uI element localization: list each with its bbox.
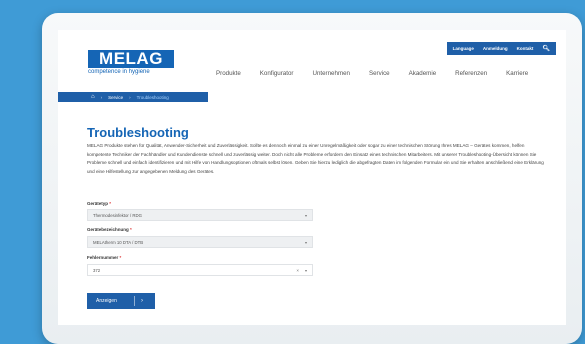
device-type-label: Gerätetyp * xyxy=(87,201,111,206)
chevron-down-icon: ▾ xyxy=(304,267,307,273)
main-navigation: Produkte Konfigurator Unternehmen Servic… xyxy=(216,70,547,77)
nav-item-referenzen[interactable]: Referenzen xyxy=(455,70,487,77)
nav-item-service[interactable]: Service xyxy=(369,70,390,77)
device-type-label-text: Gerätetyp xyxy=(87,201,109,206)
top-utility-bar: Language Anmeldung Kontakt 🔍︎ xyxy=(446,42,556,55)
required-marker: * xyxy=(109,201,112,206)
login-link[interactable]: Anmeldung xyxy=(483,46,508,51)
chevron-down-icon: ▾ xyxy=(304,212,307,218)
error-number-label: Fehlernummer * xyxy=(87,255,121,260)
device-name-label-text: Gerätebezeichnung xyxy=(87,227,129,232)
page-description: MELAG Produkte stehen für Qualität, Anwe… xyxy=(87,143,544,174)
show-button[interactable]: Anzeigen › xyxy=(87,293,155,309)
breadcrumb: ⌂ › Service › Troubleshooting xyxy=(58,92,208,102)
search-icon[interactable]: 🔍︎ xyxy=(542,45,550,52)
breadcrumb-service[interactable]: Service xyxy=(108,95,123,100)
language-link[interactable]: Language xyxy=(453,46,474,51)
device-name-label: Gerätebezeichnung * xyxy=(87,227,132,232)
page-title: Troubleshooting xyxy=(87,125,189,140)
error-number-label-text: Fehlernummer xyxy=(87,255,119,260)
nav-item-karriere[interactable]: Karriere xyxy=(506,70,528,77)
chevron-right-icon: › xyxy=(141,298,143,304)
required-marker: * xyxy=(119,255,122,260)
contact-link[interactable]: Kontakt xyxy=(517,46,534,51)
error-number-value: 372 xyxy=(93,267,101,273)
breadcrumb-separator: › xyxy=(129,94,131,100)
device-type-select[interactable]: Thermodesinfektor / RDG ▾ xyxy=(87,209,313,221)
breadcrumb-current: Troubleshooting xyxy=(136,94,169,100)
show-button-label: Anzeigen xyxy=(96,298,117,304)
logo-wordmark: MELAG xyxy=(88,50,174,68)
error-number-select[interactable]: 372 × ▾ xyxy=(87,264,313,276)
device-type-value: Thermodesinfektor / RDG xyxy=(93,212,142,218)
nav-item-konfigurator[interactable]: Konfigurator xyxy=(260,70,294,77)
melag-logo[interactable]: MELAG competence in hygiene xyxy=(88,50,174,75)
home-icon[interactable]: ⌂ xyxy=(91,94,95,100)
nav-item-produkte[interactable]: Produkte xyxy=(216,70,241,77)
nav-item-unternehmen[interactable]: Unternehmen xyxy=(312,70,350,77)
clear-icon[interactable]: × xyxy=(296,268,299,273)
chevron-down-icon: ▾ xyxy=(304,239,307,245)
browser-screen: Language Anmeldung Kontakt 🔍︎ MELAG comp… xyxy=(58,30,566,325)
nav-item-akademie[interactable]: Akademie xyxy=(409,70,437,77)
logo-tagline: competence in hygiene xyxy=(88,69,150,75)
breadcrumb-separator: › xyxy=(100,94,103,100)
device-name-value: MELAtherm 10 DTA / DTB xyxy=(93,239,144,245)
button-divider xyxy=(134,296,135,306)
required-marker: * xyxy=(130,227,132,232)
device-name-select[interactable]: MELAtherm 10 DTA / DTB ▾ xyxy=(87,236,313,248)
